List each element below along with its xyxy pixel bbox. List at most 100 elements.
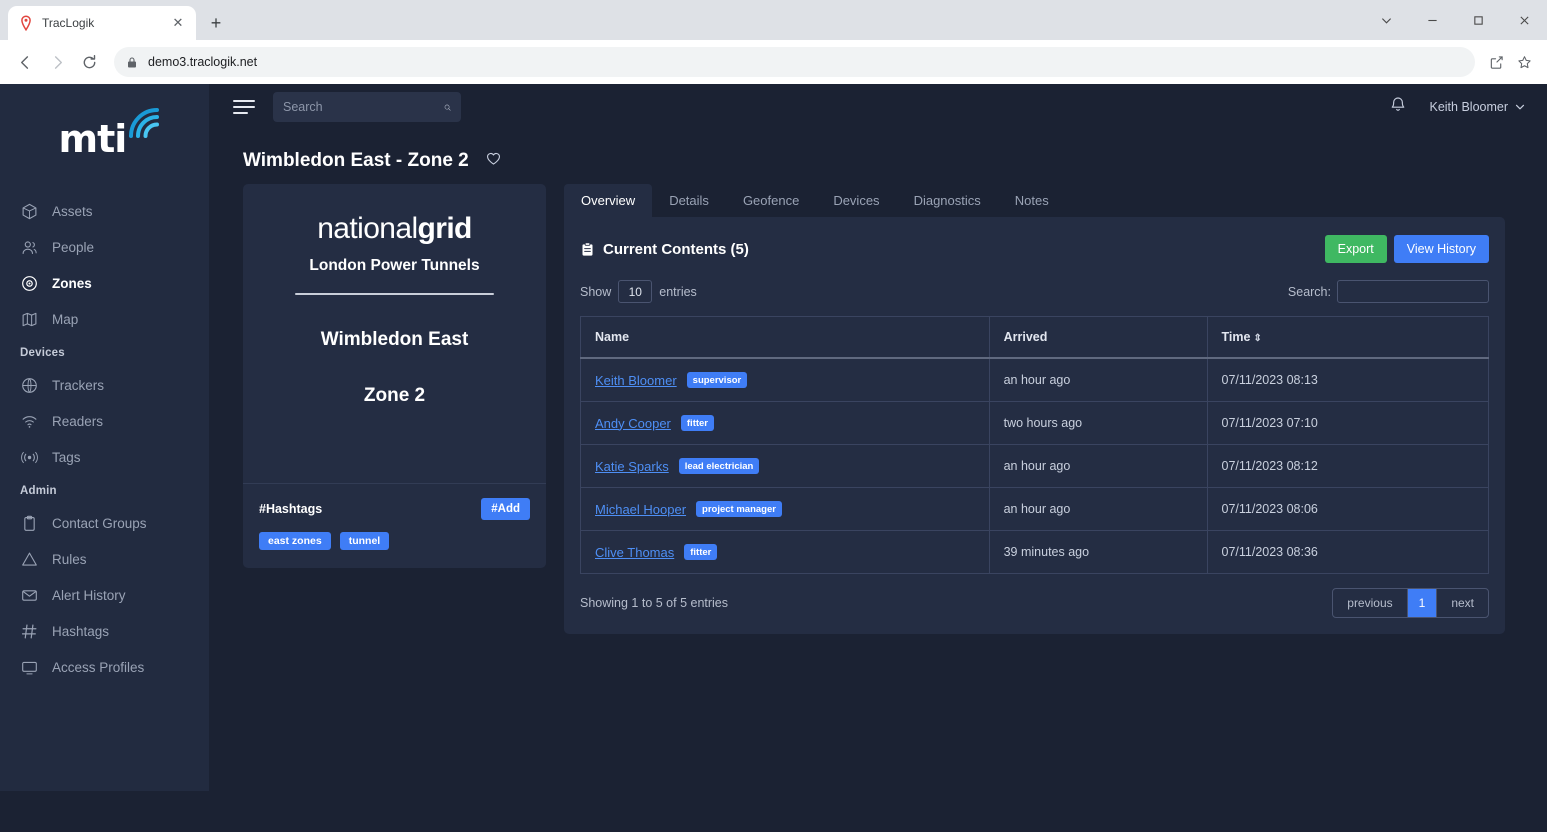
- forward-icon[interactable]: [42, 47, 72, 77]
- person-link[interactable]: Michael Hooper: [595, 502, 686, 517]
- sidebar-item-trackers[interactable]: Trackers: [0, 367, 209, 403]
- cell-name: Michael Hooper project manager: [581, 488, 990, 531]
- person-link[interactable]: Clive Thomas: [595, 545, 674, 560]
- zone-info-card: nationalgrid London Power Tunnels Wimble…: [243, 184, 546, 568]
- chevron-down-icon[interactable]: [1363, 0, 1409, 40]
- tab-devices[interactable]: Devices: [816, 184, 896, 217]
- panel-body: Current Contents (5) Export View History…: [564, 217, 1505, 634]
- top-bar: Keith Bloomer: [209, 84, 1547, 130]
- tab-details[interactable]: Details: [652, 184, 726, 217]
- tab-overview[interactable]: Overview: [564, 184, 652, 217]
- sidebar-item-assets[interactable]: Assets: [0, 193, 209, 229]
- main-area: Keith Bloomer Wimbledon East - Zone 2 na…: [209, 84, 1547, 791]
- hash-icon: [20, 622, 38, 640]
- menu-toggle-icon[interactable]: [233, 100, 255, 114]
- tab-diagnostics[interactable]: Diagnostics: [897, 184, 998, 217]
- new-tab-button[interactable]: +: [202, 9, 230, 37]
- table-row[interactable]: Katie Sparkslead electrician an hour ago…: [581, 445, 1489, 488]
- sidebar-item-label: Zones: [52, 276, 92, 291]
- sidebar-item-tags[interactable]: Tags: [0, 439, 209, 475]
- pagination: previous 1 next: [1332, 588, 1489, 618]
- zone-sub-name: Zone 2: [261, 385, 528, 407]
- sidebar-item-zones[interactable]: Zones: [0, 265, 209, 301]
- sidebar-item-rules[interactable]: Rules: [0, 541, 209, 577]
- cell-arrived: 39 minutes ago: [989, 531, 1207, 574]
- globe-icon: [20, 376, 38, 394]
- table-row[interactable]: Andy Cooperfitter two hours ago 07/11/20…: [581, 402, 1489, 445]
- bookmark-star-icon[interactable]: [1511, 49, 1537, 75]
- sidebar-item-map[interactable]: Map: [0, 301, 209, 337]
- sidebar-item-label: Alert History: [52, 588, 126, 603]
- top-bar-right: Keith Bloomer: [1389, 96, 1525, 119]
- share-icon[interactable]: [1483, 49, 1509, 75]
- pagination-previous[interactable]: previous: [1333, 589, 1407, 617]
- sidebar-item-readers[interactable]: Readers: [0, 403, 209, 439]
- person-link[interactable]: Keith Bloomer: [595, 373, 677, 388]
- brand-light-text: national: [317, 212, 417, 245]
- clipboard-icon: [20, 514, 38, 532]
- sidebar-section-admin: Admin: [0, 475, 209, 505]
- column-header-arrived[interactable]: Arrived: [989, 317, 1207, 359]
- hashtags-title: #Hashtags: [259, 502, 322, 516]
- panel-actions: Export View History: [1325, 235, 1489, 263]
- sidebar-item-contact-groups[interactable]: Contact Groups: [0, 505, 209, 541]
- minimize-icon[interactable]: [1409, 0, 1455, 40]
- page-title-row: Wimbledon East - Zone 2: [209, 130, 1547, 184]
- lock-icon: [126, 56, 138, 69]
- maximize-icon[interactable]: [1455, 0, 1501, 40]
- sidebar-item-label: Map: [52, 312, 78, 327]
- role-badge: project manager: [696, 501, 782, 517]
- browser-tab[interactable]: TracLogik ✕: [8, 6, 196, 40]
- back-icon[interactable]: [10, 47, 40, 77]
- tab-geofence[interactable]: Geofence: [726, 184, 816, 217]
- person-link[interactable]: Katie Sparks: [595, 459, 669, 474]
- hashtag-chip[interactable]: tunnel: [340, 532, 390, 550]
- favorite-heart-icon[interactable]: [485, 150, 502, 172]
- person-link[interactable]: Andy Cooper: [595, 416, 671, 431]
- search-input[interactable]: [283, 100, 444, 114]
- chevron-down-icon: [1515, 102, 1525, 112]
- close-icon[interactable]: ✕: [170, 15, 186, 31]
- entries-per-page-input[interactable]: [618, 280, 652, 303]
- wifi-arc-icon: [127, 106, 161, 140]
- export-button[interactable]: Export: [1325, 235, 1387, 263]
- global-search[interactable]: [273, 92, 461, 122]
- sidebar: mti Assets People Zones: [0, 84, 209, 791]
- role-badge: lead electrician: [679, 458, 760, 474]
- address-bar[interactable]: demo3.traclogik.net: [114, 47, 1475, 77]
- reload-icon[interactable]: [74, 47, 104, 77]
- user-menu[interactable]: Keith Bloomer: [1429, 100, 1525, 114]
- table-row[interactable]: Keith Bloomersupervisor an hour ago 07/1…: [581, 358, 1489, 402]
- column-header-name[interactable]: Name: [581, 317, 990, 359]
- close-window-icon[interactable]: [1501, 0, 1547, 40]
- pagination-next[interactable]: next: [1437, 589, 1488, 617]
- tab-notes[interactable]: Notes: [998, 184, 1066, 217]
- add-hashtag-button[interactable]: #Add: [481, 498, 530, 520]
- notification-bell-icon[interactable]: [1389, 96, 1407, 119]
- hashtag-chip[interactable]: east zones: [259, 532, 331, 550]
- pagination-page-1[interactable]: 1: [1408, 589, 1438, 617]
- people-icon: [20, 238, 38, 256]
- view-history-button[interactable]: View History: [1394, 235, 1489, 263]
- sidebar-section-devices: Devices: [0, 337, 209, 367]
- table-row[interactable]: Michael Hooperproject manager an hour ag…: [581, 488, 1489, 531]
- table-row[interactable]: Clive Thomasfitter 39 minutes ago 07/11/…: [581, 531, 1489, 574]
- url-text: demo3.traclogik.net: [148, 55, 257, 69]
- sidebar-item-alert-history[interactable]: Alert History: [0, 577, 209, 613]
- triangle-alert-icon: [20, 550, 38, 568]
- sidebar-item-people[interactable]: People: [0, 229, 209, 265]
- sidebar-item-access-profiles[interactable]: Access Profiles: [0, 649, 209, 685]
- sidebar-item-hashtags[interactable]: Hashtags: [0, 613, 209, 649]
- table-search-input[interactable]: [1337, 280, 1489, 303]
- cell-time: 07/11/2023 07:10: [1207, 402, 1489, 445]
- envelope-icon: [20, 586, 38, 604]
- contents-table: Name Arrived Time⇕ Keith Bloomersupervis…: [580, 316, 1489, 574]
- column-header-time[interactable]: Time⇕: [1207, 317, 1489, 359]
- panel-header: Current Contents (5) Export View History: [580, 235, 1489, 263]
- cell-name: Clive Thomasfitter: [581, 531, 990, 574]
- role-badge: fitter: [681, 415, 714, 431]
- brand-logo[interactable]: mti: [0, 102, 209, 193]
- search-icon[interactable]: [444, 100, 451, 115]
- sidebar-item-label: Rules: [52, 552, 87, 567]
- cell-time: 07/11/2023 08:36: [1207, 531, 1489, 574]
